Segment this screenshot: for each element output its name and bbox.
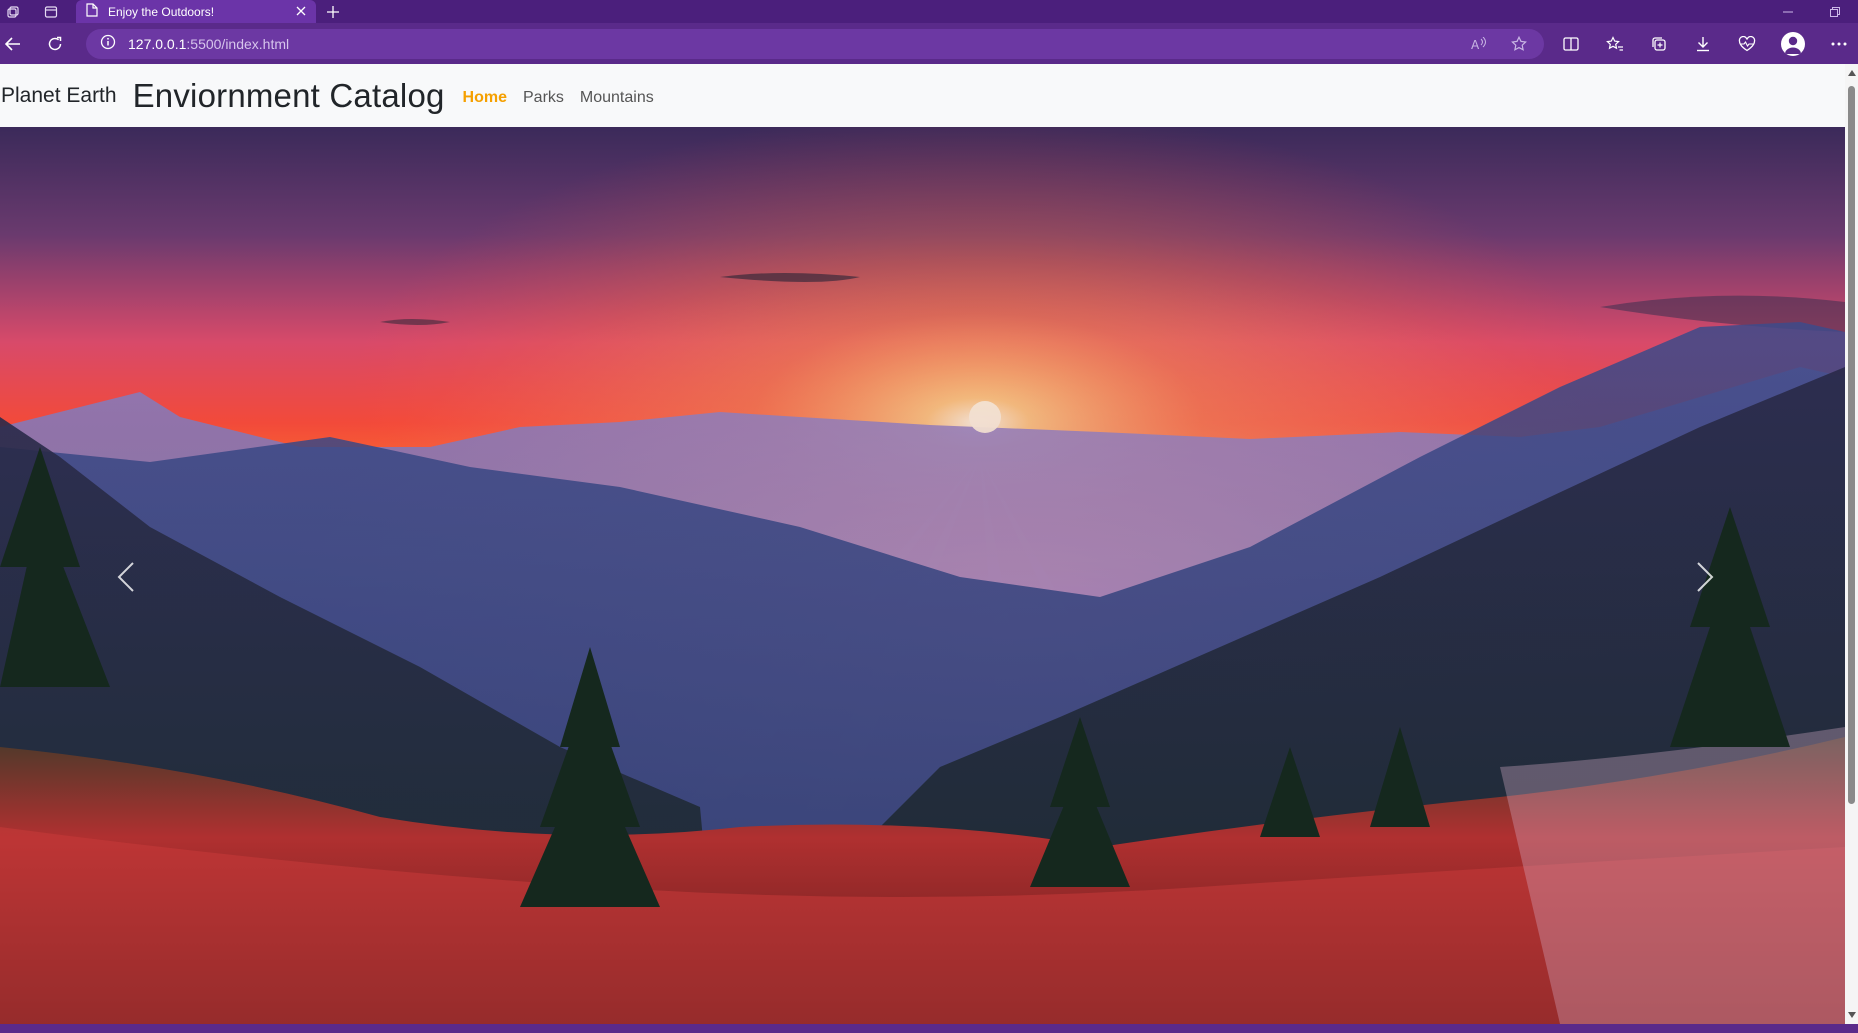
scroll-up-icon[interactable] xyxy=(1845,67,1858,79)
download-icon xyxy=(1697,37,1709,52)
minimize-button[interactable] xyxy=(1768,0,1808,23)
collections-button[interactable] xyxy=(1645,31,1673,57)
favorite-button[interactable] xyxy=(1504,29,1534,59)
close-tab-icon[interactable] xyxy=(296,5,306,19)
workspaces-icon[interactable] xyxy=(0,0,26,23)
scrollbar-thumb[interactable] xyxy=(1848,86,1855,804)
reload-icon xyxy=(48,36,62,51)
tab-actions-icon[interactable] xyxy=(38,0,64,23)
settings-more-button[interactable] xyxy=(1825,31,1853,57)
read-aloud-icon: A xyxy=(1471,37,1486,51)
collections-icon xyxy=(1652,37,1666,51)
page-scrollbar[interactable] xyxy=(1845,64,1858,1024)
plus-icon xyxy=(327,5,339,18)
avatar xyxy=(1781,32,1805,56)
chevron-right-icon xyxy=(1697,562,1714,592)
carousel-next-button[interactable] xyxy=(1675,527,1735,627)
site-title[interactable]: Enviornment Catalog xyxy=(133,77,445,115)
hero-image-sunset-mountains xyxy=(0,127,1845,1024)
more-dots-icon xyxy=(1831,42,1847,46)
address-bar[interactable]: 127.0.0.1:5500/index.html xyxy=(86,29,1544,59)
back-button[interactable] xyxy=(0,31,26,57)
minimize-icon xyxy=(1783,11,1793,12)
favorites-button[interactable] xyxy=(1601,31,1629,57)
new-tab-button[interactable] xyxy=(320,0,346,23)
site-navbar: Planet Earth Enviornment Catalog Home Pa… xyxy=(0,64,1845,127)
url-host: 127.0.0.1 xyxy=(128,36,187,52)
split-screen-button[interactable] xyxy=(1557,31,1585,57)
scroll-down-icon[interactable] xyxy=(1845,1009,1858,1021)
brand-tagline[interactable]: Planet Earth xyxy=(1,84,117,108)
restore-button[interactable] xyxy=(1815,0,1855,23)
page-viewport: Planet Earth Enviornment Catalog Home Pa… xyxy=(0,64,1858,1024)
favorites-list-icon xyxy=(1606,36,1623,51)
person-icon xyxy=(1785,36,1801,54)
nav-link-mountains[interactable]: Mountains xyxy=(572,89,662,107)
window-bottom-border xyxy=(0,1024,1858,1033)
heart-pulse-icon xyxy=(1738,36,1756,52)
browser-essentials-button[interactable] xyxy=(1733,31,1761,57)
carousel-prev-button[interactable] xyxy=(96,527,156,627)
nav-link-parks[interactable]: Parks xyxy=(515,89,572,107)
site-info-icon[interactable] xyxy=(100,34,116,55)
nav-link-home[interactable]: Home xyxy=(455,89,515,107)
page-icon xyxy=(86,3,98,20)
star-icon xyxy=(1511,36,1527,51)
browser-tab-strip: Enjoy the Outdoors! xyxy=(0,0,1858,23)
reload-button[interactable] xyxy=(42,31,68,57)
chevron-left-icon xyxy=(117,562,134,592)
downloads-button[interactable] xyxy=(1689,31,1717,57)
read-aloud-button[interactable]: A xyxy=(1464,29,1494,59)
nav-links: Home Parks Mountains xyxy=(455,89,662,107)
split-screen-icon xyxy=(1563,37,1579,51)
back-arrow-icon xyxy=(5,37,20,51)
browser-toolbar: 127.0.0.1:5500/index.html A xyxy=(0,23,1858,64)
url-text: 127.0.0.1:5500/index.html xyxy=(128,36,289,52)
svg-text:A: A xyxy=(1471,38,1480,51)
restore-icon xyxy=(1830,6,1840,17)
profile-button[interactable] xyxy=(1779,31,1807,57)
tab-title: Enjoy the Outdoors! xyxy=(108,4,215,19)
url-path: :5500/index.html xyxy=(186,36,290,52)
hero-carousel xyxy=(0,127,1845,1024)
active-tab[interactable]: Enjoy the Outdoors! xyxy=(76,0,316,23)
